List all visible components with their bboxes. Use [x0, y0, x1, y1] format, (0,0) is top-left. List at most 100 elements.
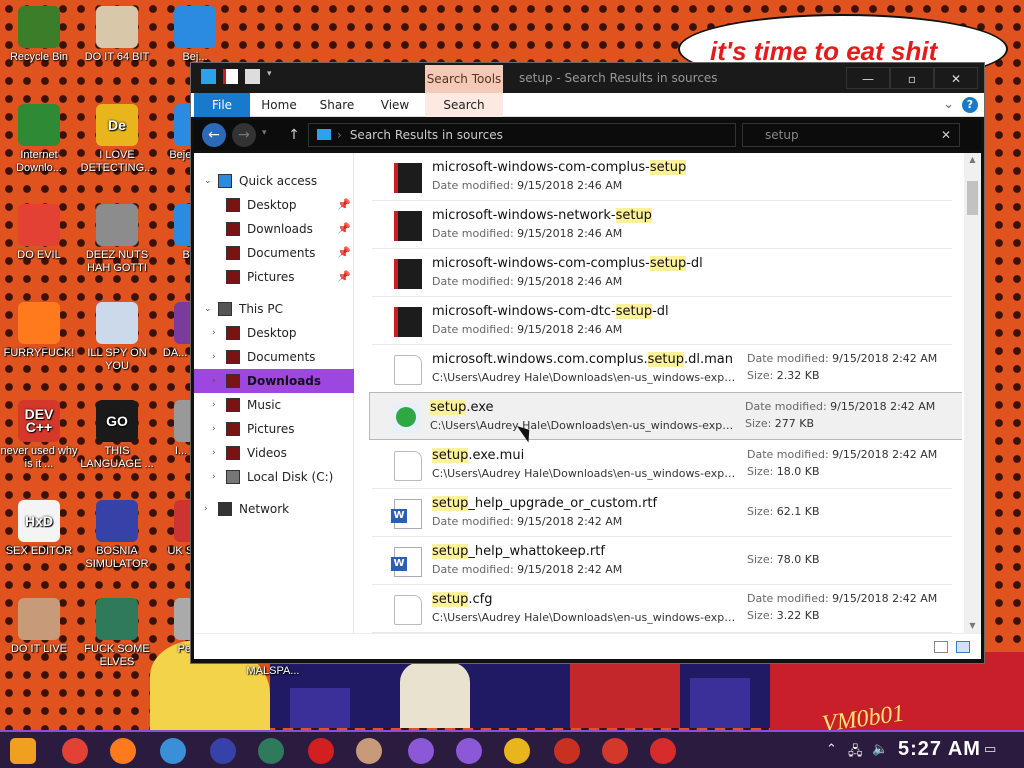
search-result-item[interactable]: microsoft-windows-com-dtc-setup-dl Date m…: [372, 297, 952, 345]
tab-file[interactable]: File: [194, 93, 250, 117]
nav-network[interactable]: › Network: [194, 497, 354, 521]
search-result-item[interactable]: setup.cfg C:\Users\Audrey Hale\Downloads\…: [372, 585, 952, 633]
taskbar-app-icon[interactable]: [408, 738, 434, 764]
tab-search[interactable]: Search: [425, 93, 503, 117]
taskbar-app-icon[interactable]: [356, 738, 382, 764]
desktop-icon[interactable]: GO THIS LANGUAGE ...: [77, 400, 157, 471]
minimize-button[interactable]: —: [846, 67, 890, 89]
date-label: Date modified:: [432, 227, 514, 240]
search-result-item[interactable]: microsoft.windows.com.complus.setup.dl.m…: [372, 345, 952, 393]
taskbar-app-icon[interactable]: [554, 738, 580, 764]
search-input[interactable]: setup ✕: [742, 123, 960, 147]
nav-item-downloads[interactable]: Downloads 📌: [194, 217, 354, 241]
close-button[interactable]: ✕: [934, 67, 978, 89]
taskbar-app-icon[interactable]: [62, 738, 88, 764]
desktop-icon[interactable]: HxD SEX EDITOR: [0, 500, 79, 558]
tab-view[interactable]: View: [367, 93, 423, 117]
search-result-item[interactable]: Wsetup_help_whattokeep.rtf Date modified:…: [372, 537, 952, 585]
desktop-icon[interactable]: Bej...: [155, 6, 235, 64]
nav-item-label: Videos: [247, 446, 287, 460]
new-folder-icon[interactable]: [245, 69, 260, 84]
taskbar-app-icon[interactable]: [308, 738, 334, 764]
address-bar[interactable]: › Search Results in sources: [308, 123, 736, 147]
expand-chevron-icon[interactable]: ›: [212, 321, 216, 345]
nav-item-pictures[interactable]: Pictures 📌: [194, 265, 354, 289]
scroll-up-icon[interactable]: ▲: [964, 153, 981, 167]
nav-item-documents[interactable]: › Documents: [194, 345, 354, 369]
expand-chevron-icon[interactable]: ›: [212, 369, 216, 393]
expand-chevron-icon[interactable]: ›: [212, 441, 216, 465]
nav-quick-access[interactable]: ⌄ Quick access: [194, 169, 354, 193]
file-explorer-window[interactable]: ▾ Search Tools setup - Search Results in…: [190, 62, 985, 664]
clear-search-icon[interactable]: ✕: [941, 124, 951, 146]
desktop-icon[interactable]: DO EVIL: [0, 204, 79, 262]
desktop-icon[interactable]: Recycle Bin: [0, 6, 79, 64]
details-view-icon[interactable]: [934, 641, 948, 653]
taskbar-app-icon[interactable]: [650, 738, 676, 764]
desktop-icon[interactable]: FURRYFUCK!: [0, 302, 79, 360]
up-arrow-icon[interactable]: ↑: [282, 123, 306, 147]
nav-item-documents[interactable]: Documents 📌: [194, 241, 354, 265]
search-result-item[interactable]: microsoft-windows-network-setup Date modi…: [372, 201, 952, 249]
recent-locations-chevron-icon[interactable]: ▾: [262, 128, 267, 138]
tab-share[interactable]: Share: [309, 93, 365, 117]
volume-icon[interactable]: 🔈: [872, 742, 888, 757]
desktop-icon[interactable]: DO IT LIVE: [0, 598, 79, 656]
search-result-item[interactable]: setup.exe C:\Users\Audrey Hale\Downloads\…: [369, 392, 962, 440]
expand-chevron-icon[interactable]: ›: [212, 393, 216, 417]
search-result-item[interactable]: microsoft-windows-com-complus-setup-dl Da…: [372, 249, 952, 297]
taskbar-app-icon[interactable]: [602, 738, 628, 764]
expand-chevron-icon[interactable]: ⌄: [204, 297, 212, 321]
desktop-icon[interactable]: ILL SPY ON YOU: [77, 302, 157, 373]
nav-item-local-disk-c-[interactable]: › Local Disk (C:): [194, 465, 354, 489]
nav-this-pc[interactable]: ⌄ This PC: [194, 297, 354, 321]
forward-arrow-icon[interactable]: →: [232, 123, 256, 147]
taskbar-app-icon[interactable]: [258, 738, 284, 764]
nav-item-desktop[interactable]: Desktop 📌: [194, 193, 354, 217]
clock[interactable]: 5:27 AM: [898, 738, 981, 761]
search-result-item[interactable]: Wsetup_help_upgrade_or_custom.rtf Date mo…: [372, 489, 952, 537]
tray-chevron-icon[interactable]: ⌃: [826, 742, 837, 757]
desktop-icon[interactable]: BOSNIA SIMULATOR: [77, 500, 157, 571]
expand-chevron-icon[interactable]: ›: [212, 465, 216, 489]
nav-item-downloads[interactable]: › Downloads: [194, 369, 354, 393]
help-icon[interactable]: ?: [962, 97, 978, 113]
start-button[interactable]: [10, 738, 36, 764]
taskbar-app-icon[interactable]: [110, 738, 136, 764]
desktop-icon[interactable]: DEEZ NUTS HAH GOTTI: [77, 204, 157, 275]
results-scrollbar[interactable]: ▲ ▼: [964, 153, 981, 633]
taskbar-app-icon[interactable]: [456, 738, 482, 764]
search-result-item[interactable]: microsoft-windows-com-complus-setup Date …: [372, 153, 952, 201]
nav-item-videos[interactable]: › Videos: [194, 441, 354, 465]
large-icons-view-icon[interactable]: [956, 641, 970, 653]
title-bar[interactable]: ▾ Search Tools setup - Search Results in…: [191, 63, 984, 93]
back-arrow-icon[interactable]: ←: [202, 123, 226, 147]
desktop-icon[interactable]: De I LOVE DETECTING...: [77, 104, 157, 175]
scroll-down-icon[interactable]: ▼: [964, 619, 981, 633]
customize-qat-chevron-icon[interactable]: ▾: [267, 69, 275, 84]
network-icon[interactable]: 🖧: [848, 742, 863, 764]
nav-item-pictures[interactable]: › Pictures: [194, 417, 354, 441]
expand-chevron-icon[interactable]: ›: [212, 345, 216, 369]
search-result-item[interactable]: setup.exe.mui C:\Users\Audrey Hale\Downlo…: [372, 441, 952, 489]
expand-ribbon-icon[interactable]: ⌄: [943, 97, 954, 112]
nav-item-desktop[interactable]: › Desktop: [194, 321, 354, 345]
maximize-button[interactable]: ▫: [890, 67, 934, 89]
properties-icon[interactable]: [223, 69, 238, 84]
expand-chevron-icon[interactable]: ›: [204, 497, 208, 521]
folder-icon[interactable]: [201, 69, 216, 84]
desktop-icon[interactable]: DEV C++ never used why is it ...: [0, 400, 79, 471]
tab-home[interactable]: Home: [251, 93, 307, 117]
notifications-icon[interactable]: ▭: [984, 742, 996, 757]
expand-chevron-icon[interactable]: ⌄: [204, 169, 212, 193]
desktop-app-icon: [96, 598, 138, 640]
expand-chevron-icon[interactable]: ›: [212, 417, 216, 441]
taskbar-app-icon[interactable]: [210, 738, 236, 764]
desktop-icon[interactable]: FUCK SOME ELVES: [77, 598, 157, 669]
nav-item-music[interactable]: › Music: [194, 393, 354, 417]
scrollbar-thumb[interactable]: [967, 181, 978, 215]
desktop-icon[interactable]: DO IT 64 BIT: [77, 6, 157, 64]
taskbar-app-icon[interactable]: [160, 738, 186, 764]
desktop-icon[interactable]: Internet Downlo...: [0, 104, 79, 175]
taskbar-app-icon[interactable]: [504, 738, 530, 764]
